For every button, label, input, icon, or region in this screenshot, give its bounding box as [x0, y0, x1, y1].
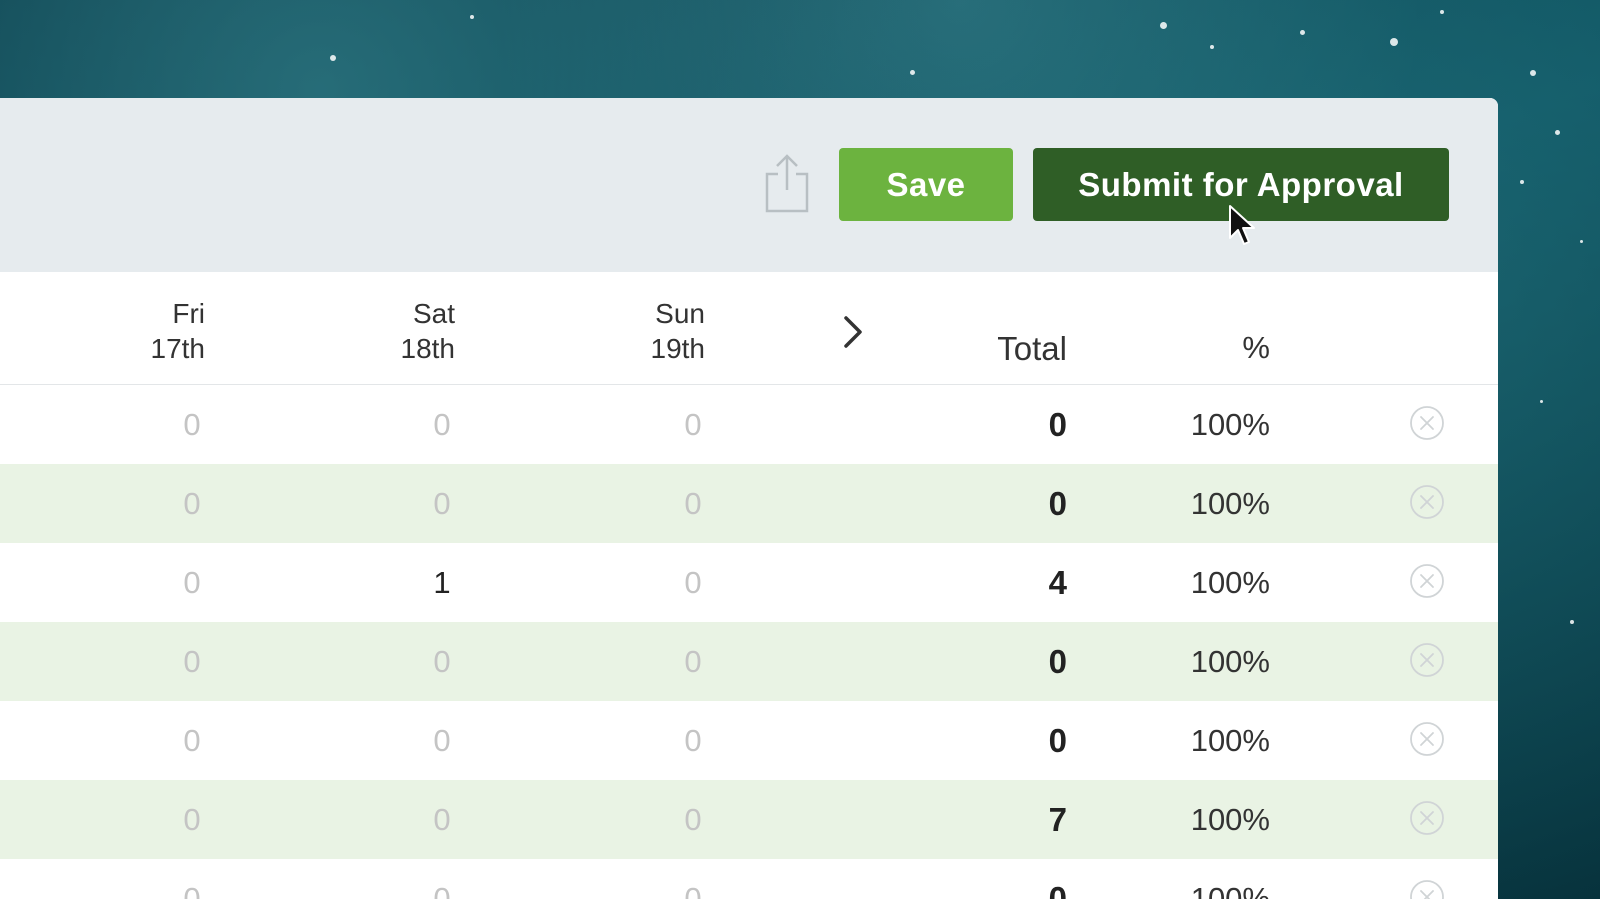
column-header-dow: Fri [172, 298, 205, 329]
remove-row-icon[interactable] [1409, 721, 1445, 757]
row-total: 7 [1048, 801, 1067, 838]
table-row: 0 0 0 0 100% [0, 385, 1498, 464]
submit-for-approval-button[interactable]: Submit for Approval [1033, 148, 1449, 221]
day-hours-cell[interactable]: 0 [663, 543, 723, 622]
remove-row-icon[interactable] [1409, 484, 1445, 520]
table-header: Fri 17th Sat 18th Sun 19th Total % [0, 272, 1498, 385]
remove-row-icon[interactable] [1409, 563, 1445, 599]
day-hours-cell[interactable]: 0 [162, 622, 222, 701]
row-percent: 100% [1190, 723, 1270, 758]
column-header-date: 17th [150, 333, 206, 364]
row-total: 0 [1048, 880, 1067, 899]
row-total: 4 [1048, 564, 1067, 601]
day-hours-cell[interactable]: 0 [162, 780, 222, 859]
remove-row-icon[interactable] [1409, 642, 1445, 678]
day-hours-cell[interactable]: 0 [162, 701, 222, 780]
column-header-dow: Sun [655, 298, 705, 329]
remove-row-icon[interactable] [1409, 405, 1445, 441]
day-hours-cell[interactable]: 0 [663, 701, 723, 780]
day-hours-cell[interactable]: 0 [663, 385, 723, 464]
remove-row-icon[interactable] [1409, 879, 1445, 899]
column-header-dow: Sat [412, 298, 455, 329]
day-hours-cell[interactable]: 0 [412, 859, 472, 899]
day-hours-cell[interactable]: 0 [663, 464, 723, 543]
column-header-date: 19th [650, 333, 706, 364]
row-percent: 100% [1190, 407, 1270, 442]
row-total: 0 [1048, 643, 1067, 680]
row-percent: 100% [1190, 802, 1270, 837]
table-row: 0 0 0 7 100% [0, 780, 1498, 859]
save-button[interactable]: Save [839, 148, 1013, 221]
table-row: 0 1 0 4 100% [0, 543, 1498, 622]
table-row: 0 0 0 0 100% [0, 622, 1498, 701]
day-hours-cell[interactable]: 0 [162, 385, 222, 464]
column-header-sun: Sun 19th [585, 296, 706, 366]
remove-row-icon[interactable] [1409, 800, 1445, 836]
row-total: 0 [1048, 406, 1067, 443]
column-header-percent: % [1242, 330, 1270, 365]
table-body: 0 0 0 0 100% 0 0 0 0 100% 0 1 0 4 100% 0 0 0 0 100% 0 0 0 0 100%… [0, 385, 1498, 899]
day-hours-cell[interactable]: 0 [162, 464, 222, 543]
table-row: 0 0 0 0 100% [0, 701, 1498, 780]
timesheet-panel: Save Submit for Approval Fri 17th Sat 18… [0, 98, 1498, 899]
day-hours-cell[interactable]: 0 [663, 859, 723, 899]
column-header-total: Total [997, 330, 1067, 367]
day-hours-cell[interactable]: 0 [162, 859, 222, 899]
row-percent: 100% [1190, 565, 1270, 600]
share-icon[interactable] [764, 154, 810, 214]
table-row: 0 0 0 0 100% [0, 464, 1498, 543]
column-header-date: 18th [400, 333, 456, 364]
day-hours-cell[interactable]: 0 [663, 622, 723, 701]
day-hours-cell[interactable]: 0 [412, 464, 472, 543]
row-percent: 100% [1190, 486, 1270, 521]
day-hours-cell[interactable]: 0 [412, 622, 472, 701]
row-total: 0 [1048, 722, 1067, 759]
day-hours-cell[interactable]: 1 [412, 543, 472, 622]
row-total: 0 [1048, 485, 1067, 522]
row-percent: 100% [1190, 644, 1270, 679]
toolbar: Save Submit for Approval [0, 98, 1498, 272]
day-hours-cell[interactable]: 0 [412, 780, 472, 859]
chevron-right-icon[interactable] [838, 312, 868, 352]
day-hours-cell[interactable]: 0 [412, 701, 472, 780]
row-percent: 100% [1190, 881, 1270, 899]
column-header-sat: Sat 18th [335, 296, 456, 366]
day-hours-cell[interactable]: 0 [663, 780, 723, 859]
column-header-fri: Fri 17th [85, 296, 206, 366]
day-hours-cell[interactable]: 0 [412, 385, 472, 464]
day-hours-cell[interactable]: 0 [162, 543, 222, 622]
table-row: 0 0 0 0 100% [0, 859, 1498, 899]
